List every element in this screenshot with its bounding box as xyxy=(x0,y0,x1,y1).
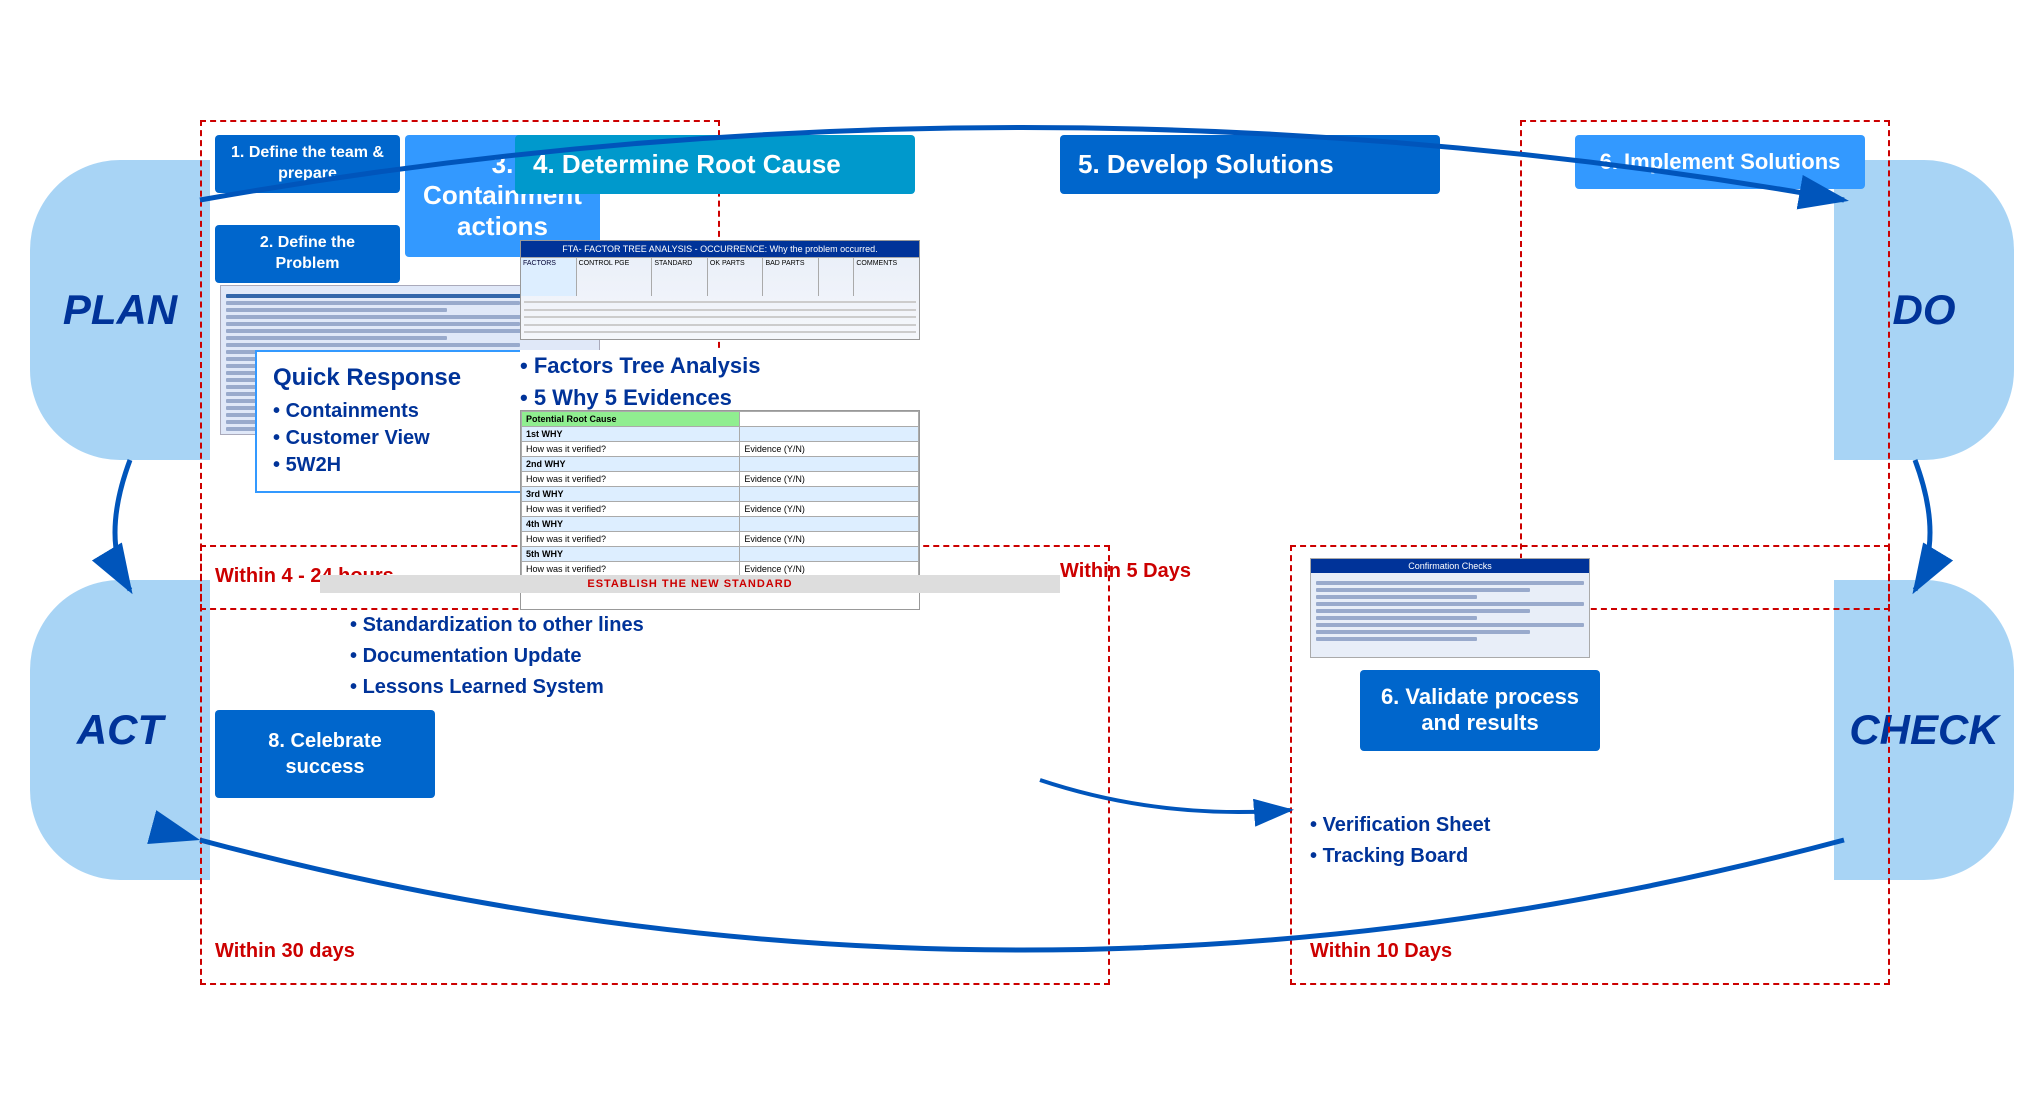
verify-item-2: Tracking Board xyxy=(1310,841,1860,872)
evidence-4: Evidence (Y/N) xyxy=(740,532,919,547)
why-2: 2nd WHY xyxy=(522,457,740,472)
verified-4: How was it verified? xyxy=(522,532,740,547)
standardize-bullets: Standardization to other lines Documenta… xyxy=(350,610,1000,703)
std-item-3: Lessons Learned System xyxy=(350,672,1000,703)
within-30days-label: Within 30 days xyxy=(215,940,355,963)
why-5: 5th WHY xyxy=(522,547,740,562)
within-10days-label: Within 10 Days xyxy=(1310,940,1452,963)
why-4: 4th WHY xyxy=(522,517,740,532)
plan-circle: PLAN xyxy=(30,160,210,460)
act-label: ACT xyxy=(77,706,163,754)
fta-doc-title: FTA- FACTOR TREE ANALYSIS - OCCURRENCE: … xyxy=(521,241,919,257)
why-table-header: Potential Root Cause xyxy=(522,412,740,427)
validate-box: 6. Validate process and results xyxy=(1360,670,1600,751)
bullet-factors-tree: Factors Tree Analysis xyxy=(520,350,920,382)
validate-doc-thumbnail: Confirmation Checks xyxy=(1310,558,1590,658)
verify-bullets: Verification Sheet Tracking Board xyxy=(1310,810,1860,872)
evidence-3: Evidence (Y/N) xyxy=(740,502,919,517)
verify-item-1: Verification Sheet xyxy=(1310,810,1860,841)
step2-box: 2. Define the Problem xyxy=(215,225,400,283)
std-item-1: Standardization to other lines xyxy=(350,610,1000,641)
root-cause-header: 4. Determine Root Cause xyxy=(515,135,915,194)
step1-box: 1. Define the team & prepare xyxy=(215,135,400,193)
why-3: 3rd WHY xyxy=(522,487,740,502)
plan-label: PLAN xyxy=(63,286,177,334)
verified-3: How was it verified? xyxy=(522,502,740,517)
within-5days-label: Within 5 Days xyxy=(1060,560,1191,583)
std-item-2: Documentation Update xyxy=(350,641,1000,672)
act-circle: ACT xyxy=(30,580,210,880)
celebrate-box: 8. Celebrate success xyxy=(215,710,435,798)
implement-section-border xyxy=(1520,120,1890,610)
standardize-bar: ESTABLISH THE NEW STANDARD xyxy=(320,575,1060,593)
step6-header: 6. Implement Solutions xyxy=(1575,135,1865,189)
do-label: DO xyxy=(1893,286,1956,334)
why-1: 1st WHY xyxy=(522,427,740,442)
step5-header: 5. Develop Solutions xyxy=(1060,135,1440,194)
verified-2: How was it verified? xyxy=(522,472,740,487)
root-cause-bullets: Factors Tree Analysis 5 Why 5 Evidences xyxy=(520,350,920,414)
fta-doc-thumbnail: FTA- FACTOR TREE ANALYSIS - OCCURRENCE: … xyxy=(520,240,920,340)
evidence-2: Evidence (Y/N) xyxy=(740,472,919,487)
verified-1: How was it verified? xyxy=(522,442,740,457)
evidence-1: Evidence (Y/N) xyxy=(740,442,919,457)
